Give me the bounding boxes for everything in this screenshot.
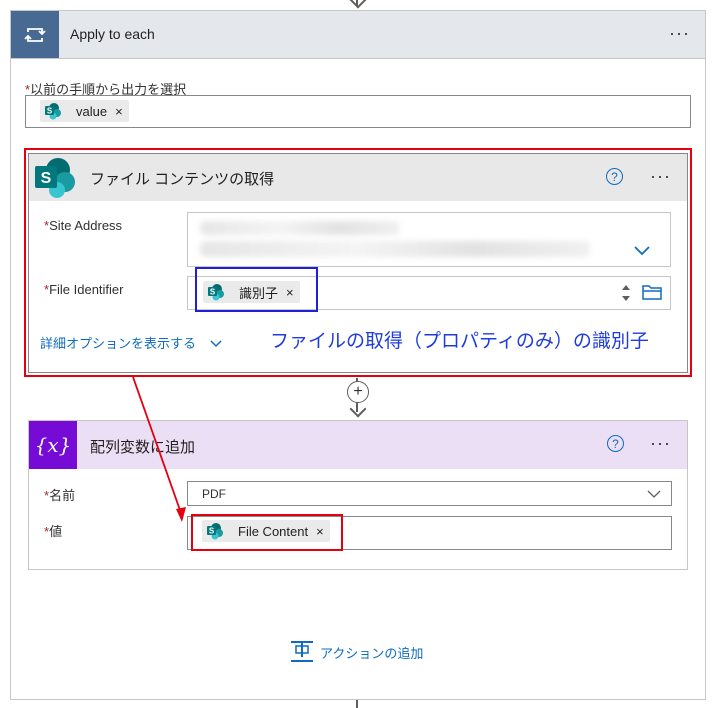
add-action-icon: [291, 641, 313, 662]
annotation-arrow: [132, 376, 186, 522]
connector-bottom: [356, 700, 358, 708]
add-action-button[interactable]: アクションの追加: [290, 640, 423, 664]
add-action-label: アクションの追加: [320, 645, 424, 661]
